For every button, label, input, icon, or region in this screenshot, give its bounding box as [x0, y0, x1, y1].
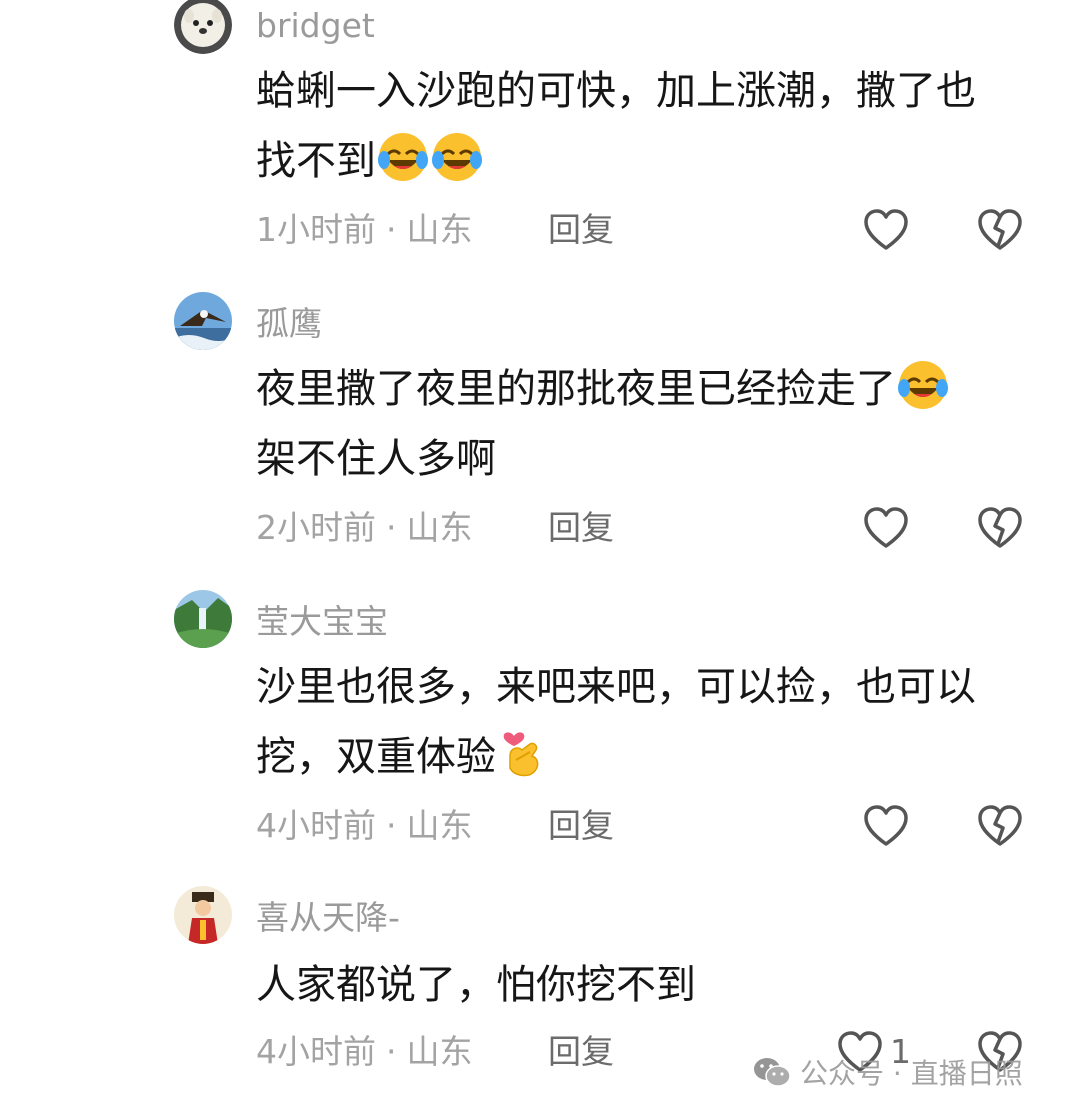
reply-button[interactable]: 回复: [548, 1032, 614, 1072]
comment-line: 挖，双重体验: [256, 734, 496, 780]
comment-meta: 4小时前 · 山东: [256, 1032, 473, 1072]
timestamp: 4小时前: [256, 1032, 376, 1071]
comment-text: 夜里撒了夜里的那批夜里已经捡走了 架不住人多啊: [256, 354, 1036, 494]
avatar[interactable]: [174, 590, 232, 648]
comment-line: 架不住人多啊: [256, 436, 496, 482]
heart-icon[interactable]: [862, 804, 910, 848]
wechat-icon: [754, 1058, 791, 1087]
separator: ·: [386, 806, 397, 845]
comment-line-with-emoji: 挖，双重体验: [256, 722, 1036, 792]
laughing-tears-emoji: [432, 133, 482, 181]
comment-line: 沙里也很多，来吧来吧，可以捡，也可以: [256, 664, 976, 710]
username[interactable]: 莹大宝宝: [256, 602, 388, 642]
dog-avatar-icon: [174, 0, 232, 54]
reply-button[interactable]: 回复: [548, 508, 614, 548]
timestamp: 1小时前: [256, 210, 376, 249]
comment-line-with-emoji: 夜里撒了夜里的那批夜里已经捡走了: [256, 354, 1036, 424]
username[interactable]: 喜从天降-: [256, 898, 400, 938]
broken-heart-icon[interactable]: [976, 804, 1024, 848]
comment-line: 人家都说了，怕你挖不到: [256, 962, 696, 1008]
finger-heart-emoji: [503, 732, 539, 777]
location: 山东: [406, 1032, 473, 1071]
comment-line: 找不到: [256, 138, 376, 184]
reply-button[interactable]: 回复: [548, 210, 614, 250]
broken-heart-icon[interactable]: [976, 208, 1024, 252]
comment-line: 夜里撒了夜里的那批夜里已经捡走了: [256, 366, 896, 412]
reply-button[interactable]: 回复: [548, 806, 614, 846]
separator: ·: [386, 1032, 397, 1071]
fortune-god-avatar-icon: [174, 886, 232, 944]
avatar[interactable]: [174, 886, 232, 944]
waterfall-avatar-icon: [174, 590, 232, 648]
comment-meta: 4小时前 · 山东: [256, 806, 473, 846]
separator: ·: [386, 508, 397, 547]
heart-icon[interactable]: [862, 506, 910, 550]
comment-line: 蛤蜊一入沙跑的可快，加上涨潮，撒了也: [256, 68, 976, 114]
laughing-tears-emoji: [898, 361, 948, 409]
location: 山东: [406, 508, 473, 547]
location: 山东: [406, 806, 473, 845]
separator: ·: [386, 210, 397, 249]
timestamp: 4小时前: [256, 806, 376, 845]
comment-meta: 1小时前 · 山东: [256, 210, 473, 250]
watermark-text: 公众号 · 直播日照: [800, 1057, 1023, 1090]
avatar[interactable]: [174, 0, 232, 54]
eagle-avatar-icon: [174, 292, 232, 350]
comment-line-with-emoji: 找不到: [256, 126, 1036, 196]
laughing-tears-emoji: [378, 133, 428, 181]
comment-text: 蛤蜊一入沙跑的可快，加上涨潮，撒了也 找不到: [256, 56, 1036, 196]
watermark: 公众号 · 直播日照: [752, 1050, 1023, 1094]
timestamp: 2小时前: [256, 508, 376, 547]
broken-heart-icon[interactable]: [976, 506, 1024, 550]
comment-text: 沙里也很多，来吧来吧，可以捡，也可以 挖，双重体验: [256, 652, 1036, 792]
location: 山东: [406, 210, 473, 249]
avatar[interactable]: [174, 292, 232, 350]
heart-icon[interactable]: [862, 208, 910, 252]
username[interactable]: 孤鹰: [256, 304, 322, 344]
username[interactable]: bridget: [256, 6, 375, 46]
comment-meta: 2小时前 · 山东: [256, 508, 473, 548]
comment-text: 人家都说了，怕你挖不到: [256, 950, 1036, 1020]
